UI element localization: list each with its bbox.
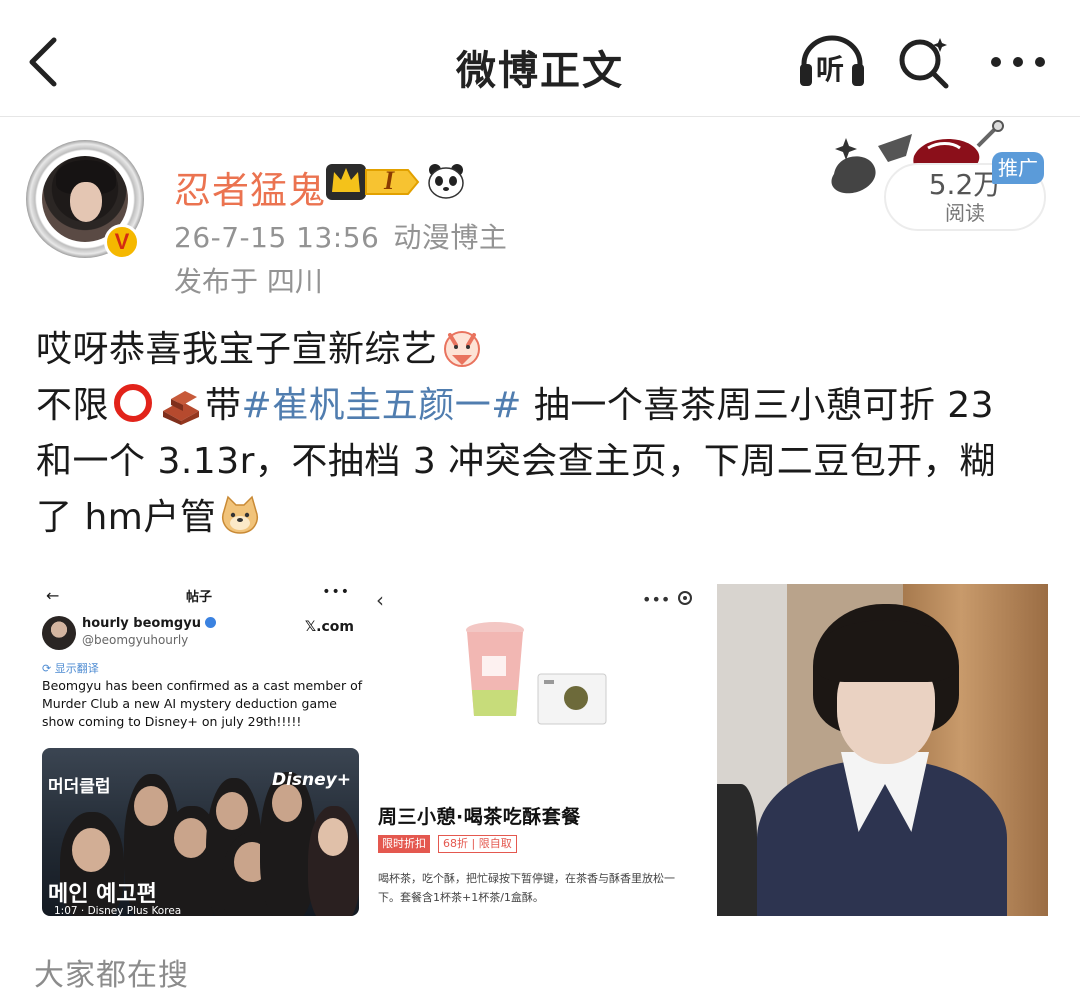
tea-product-description: 喝杯茶，吃个酥，把忙碌按下暂停键，在茶香与酥香里放松一下。套餐含1杯茶+1杯茶/… xyxy=(378,872,675,904)
read-label: 阅读 xyxy=(945,201,985,225)
crown-level-badge-icon[interactable]: I xyxy=(326,162,420,202)
author-name[interactable]: 忍者猛鬼 xyxy=(174,160,326,214)
image-person-photo[interactable] xyxy=(717,584,1048,916)
top-nav-bar: 微博正文 听 xyxy=(0,0,1080,117)
tea-more-icon: ••• xyxy=(642,590,671,609)
post-meta: 26-7-15 13:56 动漫博主 xyxy=(174,216,507,256)
panda-icon xyxy=(426,161,466,201)
tweet-nav-title: 帖子 xyxy=(185,590,212,605)
level-badge-text: I xyxy=(384,166,395,195)
doge-emoji-icon xyxy=(218,493,262,537)
promo-tag: 推广 xyxy=(992,152,1044,184)
post-text-line-3: 和一个 3.13r，不抽档 3 冲突会查主页，下周二豆包开，糊 xyxy=(36,441,996,482)
tea-product-title: 周三小憩·喝茶吃酥套餐 xyxy=(378,806,581,828)
tweet-nav: ← 帖子 ••• xyxy=(34,584,364,606)
tweet-video-thumbnail: 머더클럽 Disney+ 메인 예고편 1:07 · Disney Plus K… xyxy=(42,748,359,916)
pastry-box-image xyxy=(536,668,608,728)
red-circle-emoji-icon xyxy=(111,381,155,425)
tweet-site-label: 𝕏.com xyxy=(304,619,354,635)
video-korean-top-text: 머더클럽 xyxy=(48,777,111,797)
video-caption: 1:07 · Disney Plus Korea xyxy=(54,905,182,916)
tweet-handle: @beomgyuhourly xyxy=(82,633,189,647)
post-text: 哎呀恭喜我宝子宣新综艺 不限 带#崔杋圭五颜一# 抽一个喜茶周三小憩可折 23 和… xyxy=(36,322,1046,546)
tea-cup-image xyxy=(464,620,526,720)
trending-search-title: 大家都在搜 xyxy=(34,958,189,993)
search-icon[interactable] xyxy=(896,34,954,90)
video-korean-main-text: 메인 예고편 xyxy=(48,882,157,907)
image-tea-product[interactable]: ‹ ••• 周三小憩·喝茶吃酥套餐 限时折扣 68折 | 限自取 喝杯茶，吃个酥… xyxy=(370,584,706,916)
tweet-author-name: hourly beomgyu xyxy=(82,616,217,631)
verified-badge-icon: V xyxy=(104,224,140,260)
post-timestamp: 26-7-15 13:56 xyxy=(174,221,380,254)
post-location: 发布于 四川 xyxy=(174,265,323,298)
translate-icon: ⟳ xyxy=(42,662,55,675)
post-text-line-2: 不限 带#崔杋圭五颜一# 抽一个喜茶周三小憩可折 23 xyxy=(36,378,1046,434)
tweet-avatar xyxy=(42,616,76,650)
tea-tag-pickup: 68折 | 限自取 xyxy=(438,835,517,853)
bricks-emoji-icon xyxy=(159,381,203,425)
tweet-verified-icon xyxy=(205,617,217,628)
tweet-more-icon: ••• xyxy=(322,584,350,600)
more-options-icon[interactable] xyxy=(988,40,1048,84)
video-brand-logo: Disney+ xyxy=(271,770,351,790)
tea-back-arrow-icon: ‹ xyxy=(376,588,384,612)
hashtag-link[interactable]: #崔杋圭五颜一# xyxy=(242,385,522,426)
image-tweet-screenshot[interactable]: ← 帖子 ••• hourly beomgyu @beomgyuhourly 𝕏… xyxy=(34,584,364,916)
tweet-translate-link: ⟳ 显示翻译 xyxy=(42,662,99,675)
post-text-line-1: 哎呀恭喜我宝子宣新综艺 xyxy=(36,322,1046,378)
tea-record-icon xyxy=(678,591,692,605)
listen-label: 听 xyxy=(816,53,845,86)
tea-tag-discount: 限时折扣 xyxy=(378,835,430,853)
post-text-line-4: 了 hm户管 xyxy=(36,490,1046,546)
tweet-body: Beomgyu has been confirmed as a cast mem… xyxy=(42,678,363,729)
listen-headphones-icon[interactable]: 听 xyxy=(796,34,868,90)
author-category: 动漫博主 xyxy=(393,221,508,254)
fan-bunny-emoji-icon xyxy=(440,325,484,369)
